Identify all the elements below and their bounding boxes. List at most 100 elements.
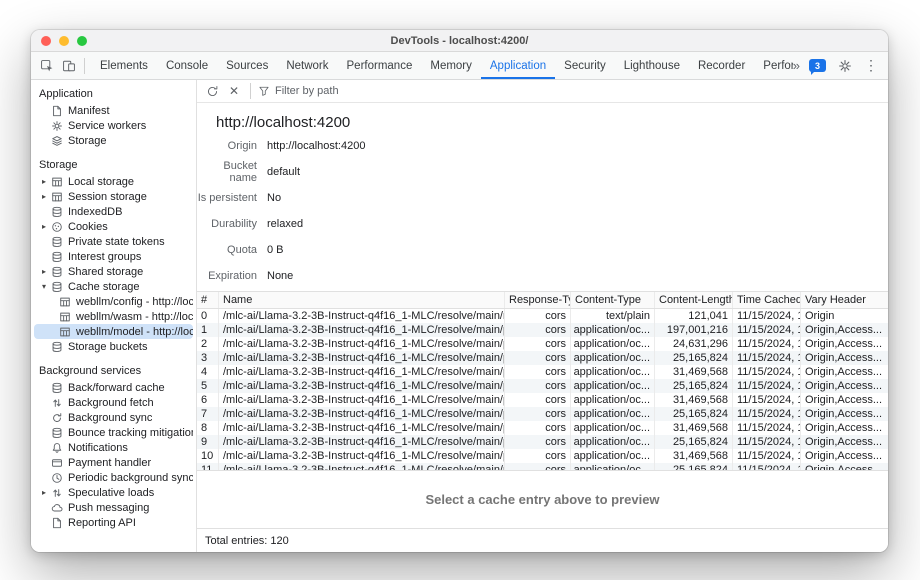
sidebar-item-label: Storage buckets xyxy=(68,341,148,353)
cell-: 1 xyxy=(197,323,219,337)
cache-metadata: Originhttp://localhost:4200Bucket namede… xyxy=(197,133,888,289)
device-toolbar-button[interactable] xyxy=(59,56,79,76)
cache-entry-row[interactable]: 5/mlc-ai/Llama-3.2-3B-Instruct-q4f16_1-M… xyxy=(197,379,888,393)
sidebar-item-label: Private state tokens xyxy=(68,236,165,248)
column-header-name[interactable]: Name xyxy=(219,292,505,308)
tab-performance[interactable]: Performance xyxy=(338,52,422,79)
sidebar-item-push-messaging[interactable]: Push messaging xyxy=(34,500,193,515)
collapse-arrow-icon[interactable]: ▾ xyxy=(39,282,49,291)
sidebar-item-periodic-background-sync[interactable]: Periodic background sync xyxy=(34,470,193,485)
cache-entry-row[interactable]: 2/mlc-ai/Llama-3.2-3B-Instruct-q4f16_1-M… xyxy=(197,337,888,351)
column-header-vary-header[interactable]: Vary Header xyxy=(801,292,888,308)
sidebar-item-storage[interactable]: Storage xyxy=(34,133,193,148)
main-menu-button[interactable]: ⋮ xyxy=(864,57,878,74)
tab-elements[interactable]: Elements xyxy=(91,52,157,79)
sidebar-item-speculative-loads[interactable]: ▸Speculative loads xyxy=(34,485,193,500)
sidebar-item-indexeddb[interactable]: IndexedDB xyxy=(34,204,193,219)
sidebar-item-interest-groups[interactable]: Interest groups xyxy=(34,249,193,264)
column-header-time-cached[interactable]: Time Cached xyxy=(733,292,801,308)
window-titlebar[interactable]: DevTools - localhost:4200/ xyxy=(31,30,888,52)
inspect-element-button[interactable] xyxy=(37,56,57,76)
sidebar-item-label: Interest groups xyxy=(68,251,141,263)
tab-application[interactable]: Application xyxy=(481,52,555,79)
sidebar-item-shared-storage[interactable]: ▸ Shared storage xyxy=(34,264,193,279)
total-entries-label: Total entries: 120 xyxy=(205,535,289,547)
sidebar-item-label: Local storage xyxy=(68,176,134,188)
cache-entry-row[interactable]: 1/mlc-ai/Llama-3.2-3B-Instruct-q4f16_1-M… xyxy=(197,323,888,337)
tab-console[interactable]: Console xyxy=(157,52,217,79)
column-header-response-type[interactable]: Response-Type xyxy=(505,292,571,308)
sidebar-item-notifications[interactable]: Notifications xyxy=(34,440,193,455)
tab-sources[interactable]: Sources xyxy=(217,52,277,79)
expand-arrow-icon[interactable]: ▸ xyxy=(39,267,49,276)
expand-arrow-icon[interactable]: ▸ xyxy=(39,177,49,186)
sidebar-item-back-forward-cache[interactable]: Back/forward cache xyxy=(34,380,193,395)
cache-entry-row[interactable]: 0/mlc-ai/Llama-3.2-3B-Instruct-q4f16_1-M… xyxy=(197,309,888,323)
meta-row-durability: Durabilityrelaxed xyxy=(197,211,888,237)
sidebar-item-webllm-config-http-loc[interactable]: webllm/config - http://loc... xyxy=(34,294,193,309)
sidebar-item-manifest[interactable]: Manifest xyxy=(34,103,193,118)
meta-row-is-persistent: Is persistentNo xyxy=(197,185,888,211)
filter-by-path-input[interactable] xyxy=(275,85,495,97)
close-button[interactable] xyxy=(41,36,51,46)
sidebar-item-bounce-tracking-mitigations[interactable]: Bounce tracking mitigations xyxy=(34,425,193,440)
tab-security[interactable]: Security xyxy=(555,52,615,79)
column-header-content-type[interactable]: Content-Type xyxy=(571,292,655,308)
meta-value: relaxed xyxy=(267,218,303,230)
application-sidebar[interactable]: ApplicationManifestService workersStorag… xyxy=(31,80,197,552)
cache-entry-row[interactable]: 8/mlc-ai/Llama-3.2-3B-Instruct-q4f16_1-M… xyxy=(197,421,888,435)
tab-lighthouse[interactable]: Lighthouse xyxy=(615,52,689,79)
cache-entries-table: #NameResponse-TypeContent-TypeContent-Le… xyxy=(197,291,888,471)
meta-row-quota: Quota0 B xyxy=(197,237,888,263)
tab-network[interactable]: Network xyxy=(277,52,337,79)
expand-arrow-icon[interactable]: ▸ xyxy=(39,222,49,231)
cache-entry-row[interactable]: 9/mlc-ai/Llama-3.2-3B-Instruct-q4f16_1-M… xyxy=(197,435,888,449)
refresh-button[interactable] xyxy=(203,82,221,100)
minimize-button[interactable] xyxy=(59,36,69,46)
cell-vary-header: Origin xyxy=(801,309,888,323)
cache-entry-row[interactable]: 10/mlc-ai/Llama-3.2-3B-Instruct-q4f16_1-… xyxy=(197,449,888,463)
cache-entry-row[interactable]: 4/mlc-ai/Llama-3.2-3B-Instruct-q4f16_1-M… xyxy=(197,365,888,379)
cache-entry-row[interactable]: 6/mlc-ai/Llama-3.2-3B-Instruct-q4f16_1-M… xyxy=(197,393,888,407)
tab-recorder[interactable]: Recorder xyxy=(689,52,754,79)
sidebar-item-payment-handler[interactable]: Payment handler xyxy=(34,455,193,470)
sidebar-item-background-sync[interactable]: Background sync xyxy=(34,410,193,425)
column-header-content-length[interactable]: Content-Length xyxy=(655,292,733,308)
cell-content-type: text/plain xyxy=(571,309,655,323)
cell-time-cached: 11/15/2024, 10... xyxy=(733,365,801,379)
tab-memory[interactable]: Memory xyxy=(421,52,481,79)
expand-arrow-icon[interactable]: ▸ xyxy=(39,488,49,497)
db-icon xyxy=(49,426,64,439)
expand-arrow-icon[interactable]: ▸ xyxy=(39,192,49,201)
cache-entry-row[interactable]: 3/mlc-ai/Llama-3.2-3B-Instruct-q4f16_1-M… xyxy=(197,351,888,365)
cell-content-length: 25,165,824 xyxy=(655,407,733,421)
sidebar-item-webllm-model-http-loc[interactable]: webllm/model - http://loc... xyxy=(34,324,193,339)
cell-response-type: cors xyxy=(505,351,571,365)
cache-entry-row[interactable]: 7/mlc-ai/Llama-3.2-3B-Instruct-q4f16_1-M… xyxy=(197,407,888,421)
sidebar-item-label: Shared storage xyxy=(68,266,143,278)
sidebar-item-local-storage[interactable]: ▸ Local storage xyxy=(34,174,193,189)
cache-entry-row[interactable]: 11/mlc-ai/Llama-3.2-3B-Instruct-q4f16_1-… xyxy=(197,463,888,471)
sidebar-item-reporting-api[interactable]: Reporting API xyxy=(34,515,193,530)
tab-label: Security xyxy=(564,60,606,72)
sidebar-item-cookies[interactable]: ▸Cookies xyxy=(34,219,193,234)
sidebar-item-service-workers[interactable]: Service workers xyxy=(34,118,193,133)
sidebar-item-storage-buckets[interactable]: Storage buckets xyxy=(34,339,193,354)
sidebar-item-cache-storage[interactable]: ▾Cache storage xyxy=(34,279,193,294)
tab-performance-insights[interactable]: Performance insights xyxy=(754,52,792,79)
settings-button[interactable] xyxy=(835,56,855,76)
issues-counter-button[interactable]: 3 xyxy=(809,59,826,72)
sidebar-item-private-state-tokens[interactable]: Private state tokens xyxy=(34,234,193,249)
more-tabs-button[interactable]: » xyxy=(793,58,800,73)
sidebar-item-label: Payment handler xyxy=(68,457,151,469)
sidebar-item-background-fetch[interactable]: Background fetch xyxy=(34,395,193,410)
cell-time-cached: 11/15/2024, 10... xyxy=(733,421,801,435)
zoom-button[interactable] xyxy=(77,36,87,46)
cell-response-type: cors xyxy=(505,435,571,449)
sidebar-item-webllm-wasm-http-loca[interactable]: webllm/wasm - http://loca... xyxy=(34,309,193,324)
delete-selected-button[interactable]: ✕ xyxy=(225,82,243,100)
cell-vary-header: Origin,Access... xyxy=(801,351,888,365)
sidebar-item-session-storage[interactable]: ▸Session storage xyxy=(34,189,193,204)
column-header-[interactable]: # xyxy=(197,292,219,308)
cell-content-length: 25,165,824 xyxy=(655,379,733,393)
